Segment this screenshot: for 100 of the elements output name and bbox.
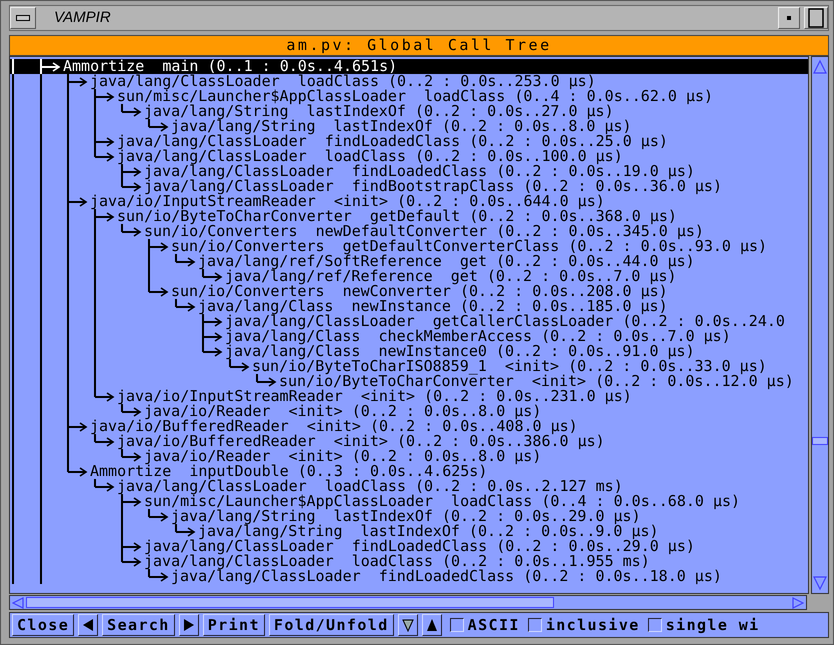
tree-row[interactable]: java/lang/ClassLoader findLoadedClass (0..2 : 0.0s..18.0 µs) — [10, 568, 808, 584]
call-entry-text: java/lang/ClassLoader findLoadedClass (0..2 : 0.0s..29.0 µs) — [144, 538, 695, 554]
tree-row[interactable]: sun/io/Converters getDefaultConverterClass (0..2 : 0.0s..93.0 µs) — [10, 238, 808, 254]
up-triangle-icon — [426, 618, 438, 632]
horizontal-scrollbar[interactable] — [9, 595, 807, 610]
call-entry-text: sun/io/Converters getDefaultConverterClass (0..2 : 0.0s..93.0 µs) — [171, 238, 768, 254]
tree-branch-arrow — [121, 164, 144, 179]
tree-row[interactable]: java/lang/Class newInstance0 (0..2 : 0.0s..91.0 µs) — [10, 344, 808, 359]
tree-row[interactable]: sun/io/ByteToCharISO8859_1 <init> (0..2 : 0.0s..33.0 µs) — [10, 358, 808, 374]
minimize-button[interactable] — [778, 6, 800, 29]
tree-branch-arrow — [121, 178, 144, 194]
tree-row[interactable]: sun/io/ByteToCharConverter <init> (0..2 : 0.0s..12.0 µs) — [10, 374, 808, 389]
toolbar-button[interactable]: Search — [102, 614, 175, 636]
tree-row[interactable]: java/lang/String lastIndexOf (0..2 : 0.0s..27.0 µs) — [10, 104, 808, 119]
call-entry-text: java/lang/ref/Reference get (0..2 : 0.0s..7.0 µs) — [225, 268, 677, 284]
tree-row[interactable]: java/lang/ClassLoader loadClass (0..2 : 0.0s..2.127 ms) — [10, 478, 808, 494]
tree-row[interactable]: Ammortize inputDouble (0..3 : 0.0s..4.625s) — [10, 464, 808, 479]
tree-row[interactable]: java/lang/Class newInstance (0..2 : 0.0s..185.0 µs) — [10, 298, 808, 314]
call-entry-text: sun/misc/Launcher$AppClassLoader loadClass (0..4 : 0.0s..68.0 µs) — [144, 494, 740, 509]
call-entry-text: java/io/Reader <init> (0..2 : 0.0s..8.0 µs) — [144, 404, 542, 419]
tree-row[interactable]: java/lang/ClassLoader loadClass (0..2 : 0.0s..100.0 µs) — [10, 148, 808, 164]
toolbar-button[interactable]: Fold/Unfold — [268, 614, 394, 636]
tree-row[interactable]: java/lang/ref/SoftReference get (0..2 : 0.0s..44.0 µs) — [10, 254, 808, 269]
maximize-square-icon — [808, 8, 824, 28]
tree-row[interactable]: Ammortize main (0..1 : 0.0s..4.651s) — [10, 58, 808, 74]
checkbox[interactable] — [648, 618, 662, 632]
tree-row[interactable]: java/lang/ref/Reference get (0..2 : 0.0s..7.0 µs) — [10, 268, 808, 284]
tree-branch-arrow — [121, 224, 144, 239]
call-entry-text: java/lang/String lastIndexOf (0..2 : 0.0s..8.0 µs) — [171, 118, 632, 134]
call-entry-text: sun/io/ByteToCharISO8859_1 <init> (0..2 : 0.0s..33.0 µs) — [252, 358, 767, 374]
call-entry-text: java/lang/ClassLoader findLoadedClass (0..2 : 0.0s..18.0 µs) — [171, 568, 722, 584]
tree-row[interactable]: java/lang/ClassLoader findLoadedClass (0..2 : 0.0s..29.0 µs) — [10, 538, 808, 554]
tree-branch-arrow — [121, 494, 144, 509]
tree-row[interactable]: java/io/BufferedReader <init> (0..2 : 0.0s..386.0 µs) — [10, 434, 808, 449]
tree-row[interactable]: java/lang/ClassLoader findBootstrapClass (0..2 : 0.0s..36.0 µs) — [10, 178, 808, 194]
tree-row[interactable]: sun/misc/Launcher$AppClassLoader loadClass (0..4 : 0.0s..62.0 µs) — [10, 88, 808, 104]
tree-branch-arrow — [94, 148, 117, 164]
scroll-down-icon — [812, 575, 828, 592]
call-entry-text: java/io/Reader <init> (0..2 : 0.0s..8.0 µs) — [144, 448, 542, 464]
tree-row[interactable]: java/lang/ClassLoader loadClass (0..2 : 0.0s..1.955 ms) — [10, 554, 808, 569]
toolbar-button[interactable]: Close — [12, 614, 74, 636]
left-triangle-icon — [82, 618, 94, 632]
tree-row[interactable]: java/io/BufferedReader <init> (0..2 : 0.0s..408.0 µs) — [10, 418, 808, 434]
tree-branch-arrow — [94, 134, 117, 149]
menu-bar-icon — [16, 14, 30, 21]
tree-row[interactable]: java/lang/ClassLoader findLoadedClass (0..2 : 0.0s..19.0 µs) — [10, 164, 808, 179]
tree-row[interactable]: java/io/InputStreamReader <init> (0..2 : 0.0s..644.0 µs) — [10, 194, 808, 209]
tree-row[interactable]: java/lang/ClassLoader findLoadedClass (0..2 : 0.0s..25.0 µs) — [10, 134, 808, 149]
tree-branch-arrow — [148, 238, 171, 254]
tree-branch-arrow — [202, 314, 225, 329]
window-menu-button[interactable] — [10, 6, 36, 29]
tree-row[interactable]: java/lang/String lastIndexOf (0..2 : 0.0s..8.0 µs) — [10, 118, 808, 134]
call-entry-text: java/io/BufferedReader <init> (0..2 : 0.0s..408.0 µs) — [90, 418, 578, 434]
maximize-button[interactable] — [804, 6, 828, 29]
tree-row[interactable]: java/lang/String lastIndexOf (0..2 : 0.0s..29.0 µs) — [10, 508, 808, 524]
call-entry-text: sun/io/ByteToCharConverter <init> (0..2 : 0.0s..12.0 µs) — [279, 374, 794, 389]
call-entry-text: sun/io/Converters newDefaultConverter (0..2 : 0.0s..345.0 µs) — [144, 224, 704, 239]
tree-row[interactable]: sun/misc/Launcher$AppClassLoader loadClass (0..4 : 0.0s..68.0 µs) — [10, 494, 808, 509]
tree-row[interactable]: java/lang/String lastIndexOf (0..2 : 0.0s..9.0 µs) — [10, 524, 808, 539]
call-entry-text: java/lang/ClassLoader loadClass (0..2 : 0.0s..100.0 µs) — [117, 148, 623, 164]
checkbox[interactable] — [450, 618, 464, 632]
call-entry-text: java/lang/Class newInstance (0..2 : 0.0s..185.0 µs) — [198, 298, 668, 314]
checkbox-label: ASCII — [468, 616, 520, 634]
scroll-right-icon — [792, 596, 804, 609]
tree-row[interactable]: sun/io/ByteToCharConverter getDefault (0..2 : 0.0s..368.0 µs) — [10, 208, 808, 224]
call-entry-text: java/lang/ClassLoader findLoadedClass (0..2 : 0.0s..19.0 µs) — [144, 164, 695, 179]
checkbox[interactable] — [528, 618, 542, 632]
tree-row[interactable]: sun/io/Converters newDefaultConverter (0..2 : 0.0s..345.0 µs) — [10, 224, 808, 239]
tree-branch-arrow — [121, 404, 144, 419]
scroll-up-icon — [812, 58, 828, 75]
tree-branch-arrow — [94, 388, 117, 404]
call-entry-text: Ammortize inputDouble (0..3 : 0.0s..4.625s) — [90, 464, 488, 479]
call-entry-text: java/lang/String lastIndexOf (0..2 : 0.0s..29.0 µs) — [171, 508, 641, 524]
tree-branch-arrow — [148, 508, 171, 524]
tree-branch-arrow — [121, 104, 144, 119]
tree-branch-arrow — [121, 554, 144, 569]
fold-down-button[interactable] — [398, 614, 418, 636]
tree-row[interactable]: java/io/Reader <init> (0..2 : 0.0s..8.0 µs) — [10, 448, 808, 464]
next-button[interactable] — [178, 614, 199, 636]
down-triangle-icon — [402, 618, 414, 632]
vertical-scrollbar[interactable] — [811, 56, 829, 594]
tree-row[interactable]: java/lang/ClassLoader loadClass (0..2 : 0.0s..253.0 µs) — [10, 74, 808, 89]
tree-row[interactable]: java/lang/ClassLoader getCallerClassLoader (0..2 : 0.0s..24.0 — [10, 314, 808, 329]
scroll-thumb[interactable] — [812, 437, 828, 446]
scroll-thumb[interactable] — [26, 597, 554, 608]
call-entry-text: java/io/InputStreamReader <init> (0..2 : 0.0s..644.0 µs) — [90, 194, 605, 209]
tree-branch-arrow — [67, 74, 90, 89]
toolbar-button[interactable]: Print — [202, 614, 265, 636]
previous-button[interactable] — [78, 614, 98, 636]
call-entry-text: java/lang/String lastIndexOf (0..2 : 0.0s..9.0 µs) — [198, 524, 659, 539]
tree-branch-arrow — [148, 118, 171, 134]
tree-row[interactable]: sun/io/Converters newConverter (0..2 : 0.0s..208.0 µs) — [10, 284, 808, 299]
tree-row[interactable]: java/lang/Class checkMemberAccess (0..2 : 0.0s..7.0 µs) — [10, 328, 808, 344]
unfold-up-button[interactable] — [422, 614, 442, 636]
tree-branch-arrow — [94, 88, 117, 104]
tree-row[interactable]: java/io/Reader <init> (0..2 : 0.0s..8.0 µs) — [10, 404, 808, 419]
tree-branch-arrow — [202, 268, 225, 284]
call-entry-text: sun/misc/Launcher$AppClassLoader loadClass (0..4 : 0.0s..62.0 µs) — [117, 88, 714, 104]
tree-row[interactable]: java/io/InputStreamReader <init> (0..2 : 0.0s..231.0 µs) — [10, 388, 808, 404]
checkbox-label: inclusive — [546, 616, 640, 634]
